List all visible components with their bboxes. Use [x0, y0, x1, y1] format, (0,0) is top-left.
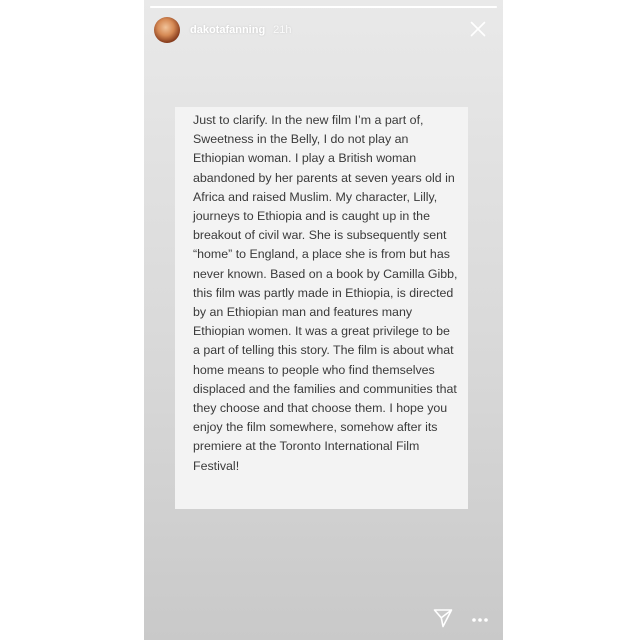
send-button[interactable]	[432, 607, 456, 631]
story-progress-fill	[150, 6, 497, 8]
story-text: Just to clarify. In the new film I’m a p…	[193, 113, 458, 473]
more-options-button[interactable]	[468, 608, 492, 632]
close-icon	[470, 21, 486, 37]
story-timestamp: 21h	[273, 24, 292, 36]
story-progress-bar	[150, 6, 497, 8]
more-options-icon	[472, 618, 488, 622]
story-text-card: Just to clarify. In the new film I’m a p…	[175, 107, 468, 509]
avatar[interactable]	[154, 17, 180, 43]
username[interactable]: dakotafanning	[190, 24, 265, 36]
close-button[interactable]	[467, 18, 489, 40]
story-viewer[interactable]: dakotafanning 21h Just to clarify. In th…	[144, 0, 503, 640]
send-icon	[433, 609, 453, 628]
story-header: dakotafanning 21h	[154, 16, 493, 44]
